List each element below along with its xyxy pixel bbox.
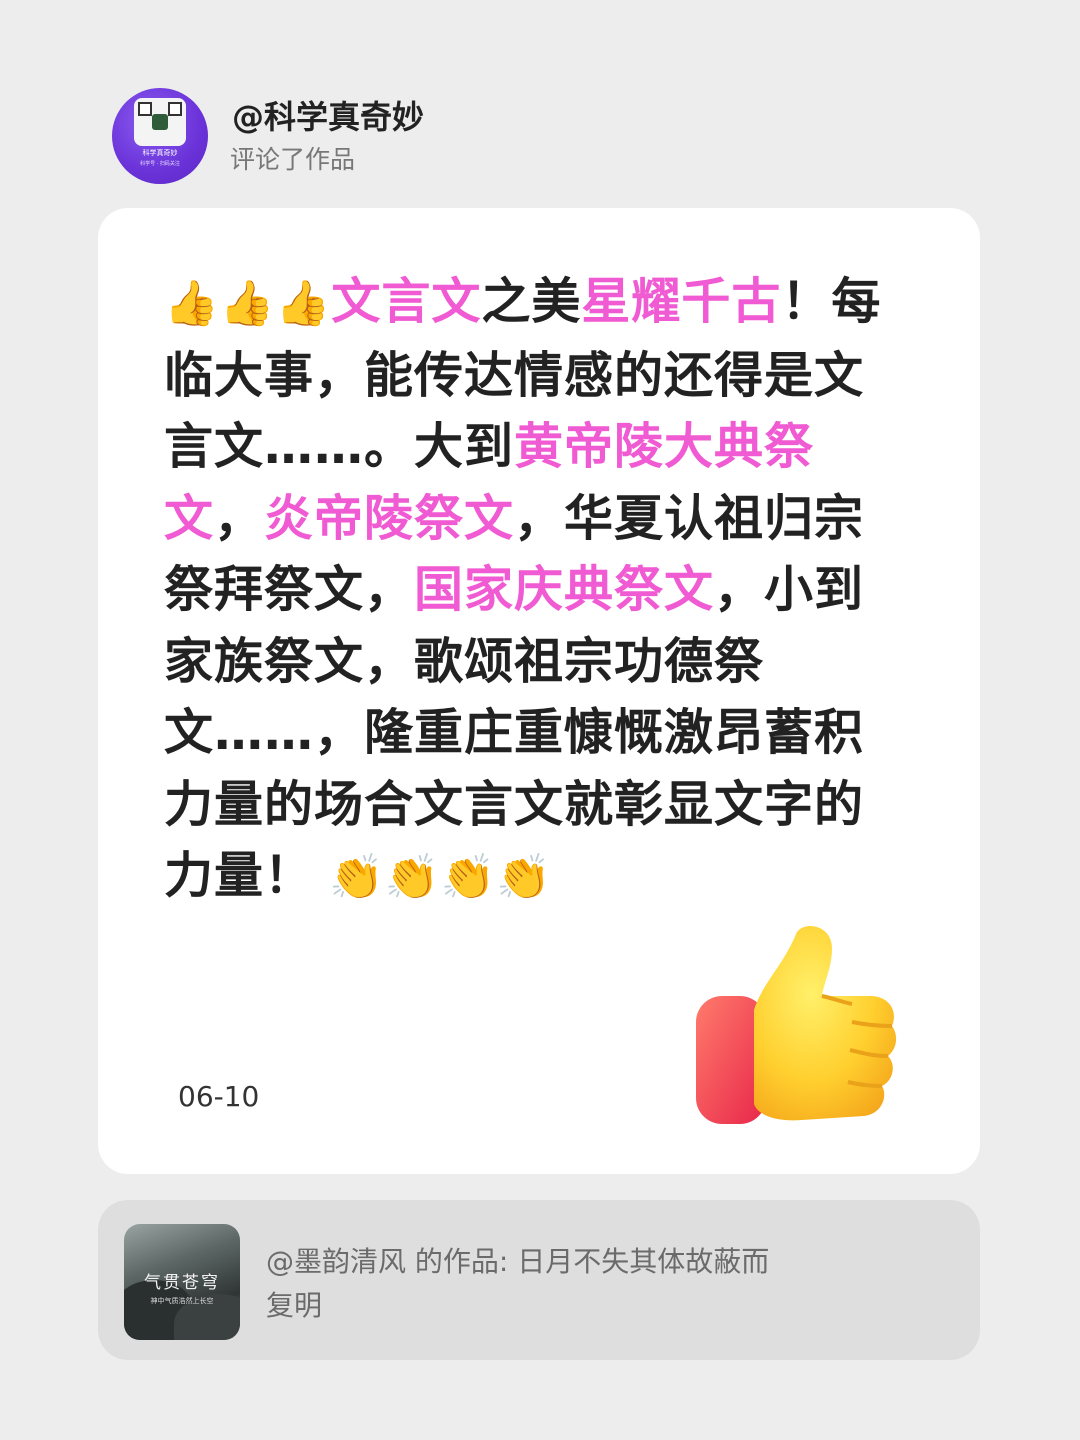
- thumbs-up-icon[interactable]: [692, 924, 902, 1142]
- action-label: 评论了作品: [230, 145, 356, 174]
- highlighted-text: 文言文: [331, 273, 482, 330]
- username[interactable]: @科学真奇妙: [232, 92, 424, 138]
- clapping-hands-icon: 👏👏👏👏: [314, 852, 553, 903]
- avatar[interactable]: 科学真奇妙 科学号 · 扫码关注: [112, 88, 208, 184]
- highlighted-text: 国家庆典祭文: [414, 561, 715, 618]
- comment-card: 👍👍👍文言文之美星耀千古！每临大事，能传达情感的还得是文言文……。大到黄帝陵大典…: [98, 208, 980, 1174]
- qr-code-icon: [134, 98, 186, 146]
- highlighted-text: 星耀千古: [581, 273, 782, 330]
- avatar-subcaption: 科学号 · 扫码关注: [140, 161, 180, 167]
- work-thumbnail[interactable]: 气贯苍穹 神中气质浩然上长空: [124, 1224, 240, 1340]
- highlighted-text: 炎帝陵祭文: [264, 489, 515, 547]
- referenced-work-title[interactable]: @墨韵清风 的作品: 日月不失其体故蔽而复明: [266, 1240, 786, 1328]
- referenced-work[interactable]: 气贯苍穹 神中气质浩然上长空 @墨韵清风 的作品: 日月不失其体故蔽而复明: [98, 1200, 980, 1360]
- thumbnail-title: 气贯苍穹: [144, 1273, 220, 1293]
- avatar-caption: 科学真奇妙: [142, 149, 178, 157]
- comment-date: 06-10: [178, 1080, 260, 1113]
- comment-text: 👍👍👍文言文之美星耀千古！每临大事，能传达情感的还得是文言文……。大到黄帝陵大典…: [164, 266, 904, 914]
- comment-header: 科学真奇妙 科学号 · 扫码关注 @科学真奇妙 评论了作品: [112, 88, 912, 188]
- comment-text-segment: 之美: [481, 273, 582, 330]
- comment-text-segment: ，: [214, 489, 265, 547]
- thumbnail-subtitle: 神中气质浩然上长空: [150, 1297, 214, 1305]
- thumbs-up-emoji-icon: 👍👍👍: [164, 278, 332, 329]
